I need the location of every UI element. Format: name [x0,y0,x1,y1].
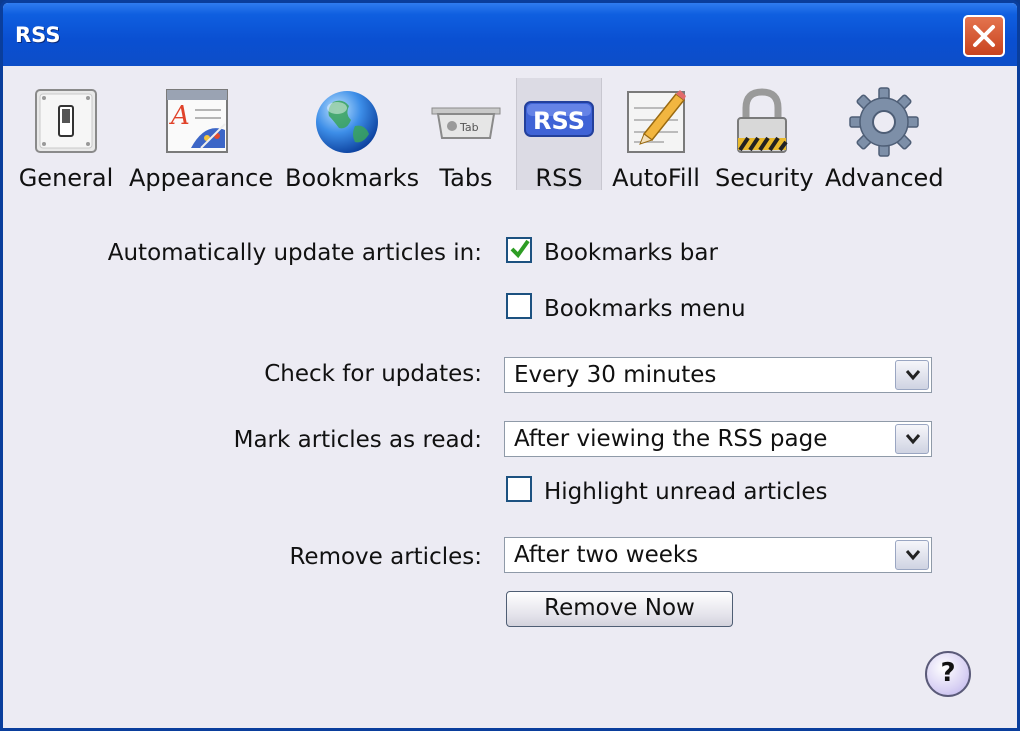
svg-text:RSS: RSS [533,107,585,135]
chevron-down-icon [905,550,921,561]
close-button[interactable] [963,15,1005,57]
close-icon [973,25,995,47]
gear-icon [849,87,919,157]
mark-read-value: After viewing the RSS page [514,426,828,452]
auto-update-label: Automatically update articles in: [107,240,482,266]
highlight-unread-checkbox[interactable] [506,476,532,502]
remove-articles-dropdown-button[interactable] [895,540,929,570]
preferences-window: RSS General A Appearance Bookmarks Tab T… [0,0,1020,731]
padlock-icon [737,88,788,153]
tab-security[interactable]: Security [715,78,814,192]
tab-autofill[interactable]: AutoFill [609,78,703,192]
bookmarks-menu-checkbox[interactable] [506,293,532,319]
svg-text:Tab: Tab [459,121,479,134]
tab-rss-label: RSS [535,164,583,192]
tab-appearance-label: Appearance [129,164,274,192]
tab-general-label: General [18,164,114,192]
mark-read-dropdown-button[interactable] [895,424,929,454]
title-bar[interactable]: RSS [3,3,1017,66]
pencil-form-icon [627,90,686,153]
rss-preferences-pane: Automatically update articles in: Bookma… [3,193,1017,728]
tab-general[interactable]: General [17,78,115,192]
font-palette-icon: A [166,89,228,153]
rss-icon: RSS [524,101,594,137]
tab-bookmarks-label: Bookmarks [285,164,420,192]
tab-bookmarks[interactable]: Bookmarks [285,78,420,192]
highlight-unread-label: Highlight unread articles [544,479,828,505]
remove-articles-value: After two weeks [514,542,699,568]
mark-read-label: Mark articles as read: [233,427,482,453]
svg-text:A: A [169,101,190,131]
tab-advanced-label: Advanced [825,164,944,192]
tab-security-label: Security [715,164,814,192]
preferences-toolbar: General A Appearance Bookmarks Tab Tabs … [3,66,1017,193]
bookmarks-menu-label: Bookmarks menu [544,296,746,322]
window-title: RSS [15,23,61,47]
bookmarks-bar-label: Bookmarks bar [544,240,718,266]
check-updates-dropdown-button[interactable] [895,360,929,390]
switch-icon [35,89,97,153]
bookmarks-bar-checkbox[interactable] [506,237,532,263]
mark-read-select[interactable]: After viewing the RSS page [504,421,932,457]
remove-now-button[interactable]: Remove Now [506,591,733,627]
check-updates-label: Check for updates: [264,361,482,387]
help-button[interactable]: ? [925,651,971,697]
check-updates-value: Every 30 minutes [514,362,717,388]
tab-rss[interactable]: RSS RSS [516,78,602,192]
globe-icon [316,91,378,153]
check-updates-select[interactable]: Every 30 minutes [504,357,932,393]
tab-autofill-label: AutoFill [612,164,700,192]
tab-tabs[interactable]: Tab Tabs [423,78,509,192]
tab-tabs-label: Tabs [439,164,493,192]
tab-icon: Tab [431,107,501,139]
remove-articles-label: Remove articles: [289,544,482,570]
tab-appearance[interactable]: A Appearance [129,78,274,192]
remove-articles-select[interactable]: After two weeks [504,537,932,573]
checkmark-icon [510,239,530,259]
tab-advanced[interactable]: Advanced [825,78,944,192]
chevron-down-icon [905,370,921,381]
chevron-down-icon [905,434,921,445]
